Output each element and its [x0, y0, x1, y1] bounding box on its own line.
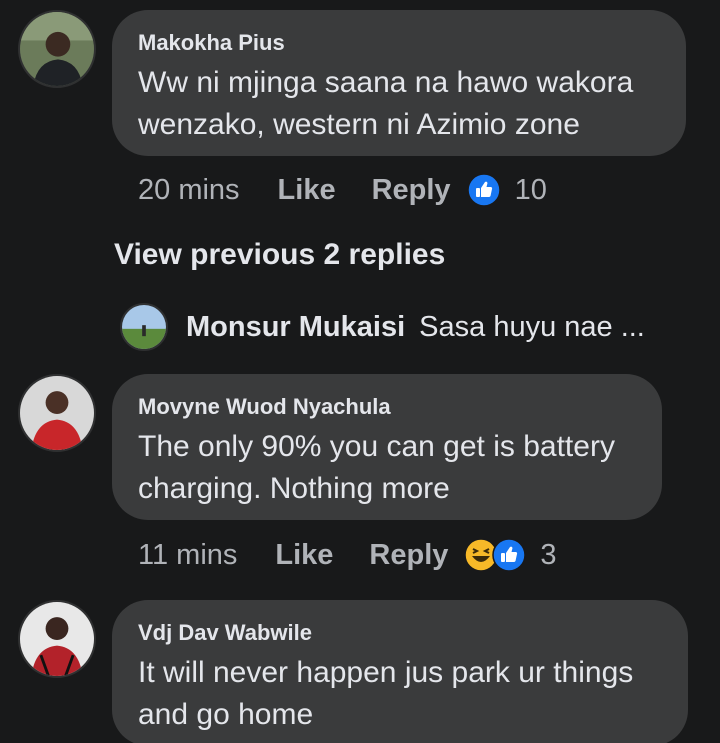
avatar[interactable]	[18, 374, 96, 452]
avatar[interactable]	[18, 10, 96, 88]
like-button[interactable]: Like	[275, 539, 333, 572]
comment-text: charging. Nothing more	[138, 472, 450, 505]
avatar	[120, 303, 168, 351]
comment-actions: 11 mins Like Reply 3	[138, 535, 557, 575]
reaction-summary[interactable]: 10	[466, 173, 547, 207]
comment-text: Ww ni mjinga saana na hawo wakora	[138, 66, 634, 99]
comment-text: The only 90% you can get is battery	[138, 430, 615, 463]
reply-button[interactable]: Reply	[372, 174, 451, 207]
view-previous-replies-link[interactable]: View previous 2 replies	[114, 238, 445, 272]
like-reaction-icon	[492, 538, 527, 572]
comment-text: It will never happen jus park ur things	[138, 656, 634, 689]
reaction-summary[interactable]: 3	[464, 538, 557, 572]
reaction-count: 3	[540, 538, 557, 571]
comment-bubble: Makokha Pius Ww ni mjinga saana na hawo …	[112, 10, 686, 156]
comment-author[interactable]: Makokha Pius	[138, 30, 660, 56]
comment-text: and go home	[138, 698, 314, 731]
reply-preview[interactable]: Monsur Mukaisi Sasa huyu nae ...	[120, 302, 645, 352]
reaction-count: 10	[514, 173, 547, 206]
reply-snippet: Sasa huyu nae ...	[419, 310, 645, 343]
comment-author[interactable]: Movyne Wuod Nyachula	[138, 394, 636, 420]
comment-timestamp[interactable]: 11 mins	[138, 539, 237, 572]
reply-author[interactable]: Monsur Mukaisi	[186, 311, 405, 344]
reply-button[interactable]: Reply	[369, 539, 448, 572]
comment-author[interactable]: Vdj Dav Wabwile	[138, 620, 662, 646]
comments-thread: Makokha Pius Ww ni mjinga saana na hawo …	[0, 0, 720, 743]
comment-bubble: Movyne Wuod Nyachula The only 90% you ca…	[112, 374, 662, 520]
comment-text: wenzako, western ni Azimio zone	[138, 108, 580, 141]
comment-bubble: Vdj Dav Wabwile It will never happen jus…	[112, 600, 688, 743]
comment-timestamp[interactable]: 20 mins	[138, 174, 240, 207]
avatar[interactable]	[18, 600, 96, 678]
comment-actions: 20 mins Like Reply 10	[138, 170, 547, 210]
like-button[interactable]: Like	[278, 174, 336, 207]
like-reaction-icon	[466, 173, 501, 207]
